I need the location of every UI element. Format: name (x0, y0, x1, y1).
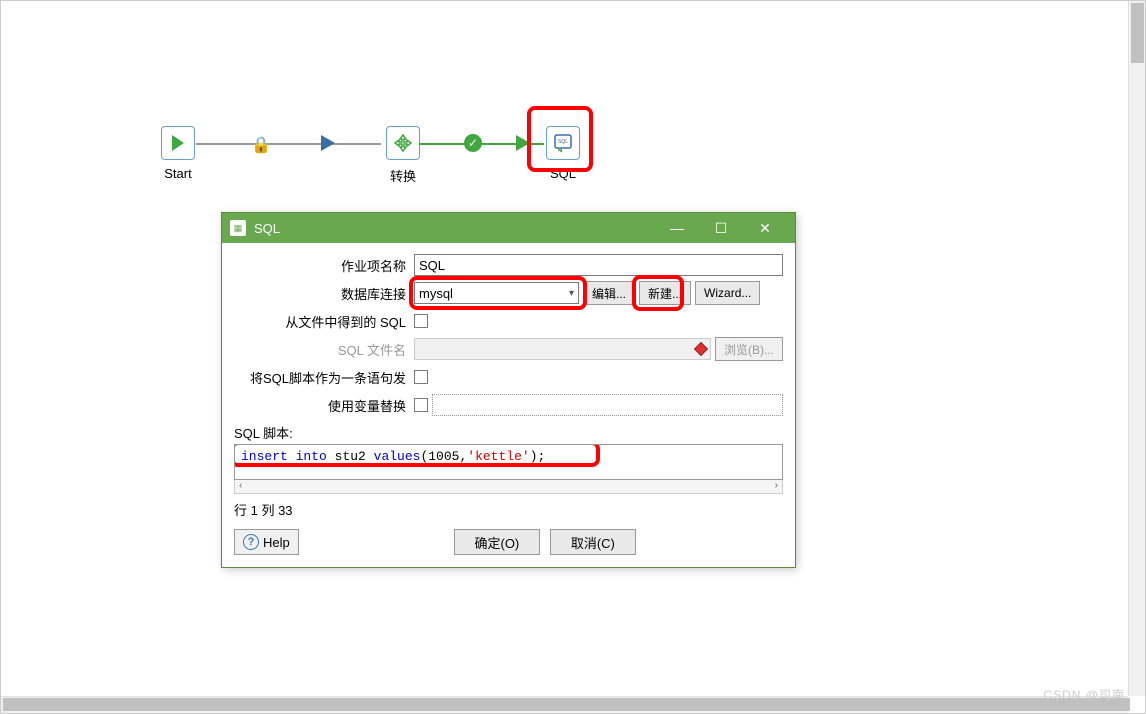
dialog-body: 作业项名称 数据库连接 mysql ▾ 编辑... 新建... Wizard..… (222, 243, 795, 567)
node-start-label: Start (156, 166, 200, 181)
var-subst-input[interactable] (432, 394, 783, 416)
sql-filename-input (414, 338, 711, 360)
titlebar[interactable]: ▦ SQL — ☐ ✕ (222, 213, 795, 243)
highlight-sql (234, 444, 600, 467)
highlight-select (409, 276, 587, 310)
edit-button[interactable]: 编辑... (583, 281, 635, 305)
horizontal-scrollbar[interactable] (1, 696, 1128, 713)
row-db-conn: 数据库连接 mysql ▾ 编辑... 新建... Wizard... (234, 281, 783, 305)
var-subst-checkbox[interactable] (414, 398, 428, 412)
watermark: CSDN @司南 (1043, 686, 1125, 703)
dialog-icon: ▦ (230, 220, 246, 236)
arrow-icon-1 (321, 135, 335, 151)
maximize-button[interactable]: ☐ (699, 213, 743, 243)
label-sql-filename: SQL 文件名 (234, 340, 414, 359)
node-transform[interactable]: 转换 (381, 126, 425, 185)
ok-button[interactable]: 确定(O) (454, 529, 540, 555)
job-name-input[interactable] (414, 254, 783, 276)
sql-dialog: ▦ SQL — ☐ ✕ 作业项名称 数据库连接 mysql ▾ 编辑... 新建… (221, 212, 796, 568)
row-sql-filename: SQL 文件名 浏览(B)... (234, 337, 783, 361)
row-var-subst: 使用变量替换 (234, 393, 783, 417)
close-button[interactable]: ✕ (743, 213, 787, 243)
sql-from-file-checkbox[interactable] (414, 314, 428, 328)
label-sql-script: SQL 脚本: (234, 423, 783, 442)
label-sql-from-file: 从文件中得到的 SQL (234, 312, 414, 331)
play-icon (161, 126, 195, 160)
help-icon: ? (243, 534, 259, 550)
check-icon: ✓ (464, 134, 482, 152)
vertical-scrollbar[interactable] (1128, 1, 1145, 696)
cursor-position: 行 1 列 33 (234, 500, 783, 519)
minimize-button[interactable]: — (655, 213, 699, 243)
node-start[interactable]: Start (156, 126, 200, 181)
label-single-stmt: 将SQL脚本作为一条语句发 (234, 368, 414, 387)
transform-icon (386, 126, 420, 160)
row-sql-from-file: 从文件中得到的 SQL (234, 309, 783, 333)
dialog-button-bar: ? Help 确定(O) 取消(C) (234, 529, 783, 555)
help-label: Help (263, 535, 290, 550)
lock-icon: 🔒 (251, 135, 271, 155)
label-db-conn: 数据库连接 (234, 284, 414, 303)
single-stmt-checkbox[interactable] (414, 370, 428, 384)
browse-button: 浏览(B)... (715, 337, 783, 361)
cancel-button[interactable]: 取消(C) (550, 529, 636, 555)
sql-editor-scrollbar[interactable]: ‹› (234, 480, 783, 494)
label-var-subst: 使用变量替换 (234, 396, 414, 415)
connector-1 (196, 143, 381, 145)
row-job-name: 作业项名称 (234, 253, 783, 277)
row-single-stmt: 将SQL脚本作为一条语句发 (234, 365, 783, 389)
label-job-name: 作业项名称 (234, 256, 414, 275)
sql-editor[interactable]: insert into stu2 values(1005,'kettle'); (234, 444, 783, 480)
wizard-button[interactable]: Wizard... (695, 281, 760, 305)
highlight-sql-node (527, 106, 593, 172)
help-button[interactable]: ? Help (234, 529, 299, 555)
node-transform-label: 转换 (381, 166, 425, 185)
highlight-new-button (632, 275, 684, 311)
dialog-title: SQL (254, 221, 280, 236)
diamond-icon (694, 342, 708, 356)
